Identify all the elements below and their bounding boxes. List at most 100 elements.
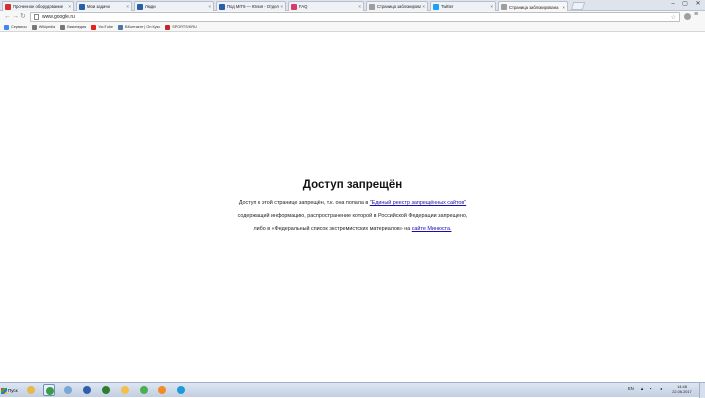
address-text[interactable]: www.google.ru	[42, 14, 671, 20]
bookmark-label: Сервисы	[11, 25, 27, 29]
tab-close-icon[interactable]: ×	[490, 4, 493, 9]
bookmark-favicon-icon	[31, 24, 37, 30]
windows-logo-icon	[1, 387, 7, 394]
tab-favicon-icon	[5, 3, 11, 10]
close-window-button[interactable]: ✕	[692, 0, 704, 9]
tab-close-icon[interactable]: ×	[208, 4, 211, 9]
message-line-1: Доступ к этой странице запрещён, т.к. он…	[0, 200, 705, 206]
app-glyph	[27, 386, 35, 394]
bookmark-item[interactable]: Википедия	[60, 24, 87, 30]
chrome-icon[interactable]	[43, 384, 55, 396]
tab-favicon-icon	[137, 3, 143, 10]
tab-favicon-icon	[219, 3, 225, 10]
app-glyph	[140, 386, 148, 394]
new-tab-button[interactable]	[570, 2, 586, 10]
bookmark-label: Wikipedia	[38, 25, 56, 29]
app-glyph	[83, 386, 91, 394]
tab-title: Страница заблокирована	[509, 4, 559, 10]
firefox-icon[interactable]	[156, 384, 168, 396]
start-label: Пуск	[8, 388, 18, 393]
tab-title: Проченное оборудование	[13, 4, 64, 9]
back-button[interactable]: ←	[4, 12, 11, 22]
bookmark-favicon-icon	[60, 24, 66, 30]
tab-close-icon[interactable]: ×	[422, 4, 425, 9]
tab-1[interactable]: Мои задачи ×	[76, 1, 132, 11]
language-indicator[interactable]: EN	[628, 386, 634, 391]
page-content: Доступ запрещён Доступ к этой странице з…	[0, 32, 705, 382]
tab-6[interactable]: Twitter ×	[430, 1, 496, 11]
tab-title: Страница заблокирована	[377, 4, 422, 9]
show-desktop-button[interactable]	[699, 383, 705, 398]
outlook-icon[interactable]	[81, 384, 93, 396]
tab-favicon-icon	[433, 3, 439, 10]
chrome-alt-icon[interactable]	[138, 384, 150, 396]
bookmarks-bar: Сервисы Wikipedia Википедия YouTube ВКонтакт…	[0, 23, 705, 32]
tab-favicon-icon	[501, 4, 507, 10]
message-line-2: содержащий информацию, распространение к…	[237, 213, 468, 219]
minimize-button[interactable]: –	[668, 0, 678, 9]
menu-icon[interactable]: ≡	[694, 11, 698, 18]
bookmark-star-icon[interactable]: ☆	[671, 14, 676, 21]
tab-favicon-icon	[369, 3, 375, 10]
bookmark-label: YouTube	[98, 25, 114, 29]
tab-0[interactable]: Проченное оборудование ×	[2, 1, 74, 11]
tab-close-icon[interactable]: ×	[562, 5, 565, 10]
bookmark-item[interactable]: YouTube	[91, 24, 114, 30]
bookmark-favicon-icon	[91, 24, 97, 30]
page-title: Доступ запрещён	[302, 179, 403, 191]
tab-favicon-icon	[79, 3, 85, 10]
tab-title: Люди	[145, 4, 156, 9]
bookmark-item[interactable]: Сервисы	[4, 24, 27, 30]
network-icon[interactable]: ▪	[650, 386, 652, 391]
tab-favicon-icon	[291, 3, 297, 10]
tab-close-icon[interactable]: ×	[68, 4, 71, 9]
start-button[interactable]: Пуск	[1, 385, 21, 396]
tab-close-icon[interactable]: ×	[126, 4, 129, 9]
message-text-3: либо в «Федеральный список экстремистски…	[253, 226, 412, 232]
tab-title: FAQ	[299, 4, 308, 9]
address-bar[interactable]: www.google.ru ☆	[30, 12, 680, 22]
app-glyph	[121, 386, 129, 394]
bookmark-label: SPORTS/KRU	[172, 25, 197, 29]
tab-2[interactable]: Люди ×	[134, 1, 214, 11]
clock-date: 22.06.2017	[672, 389, 692, 394]
app-glyph	[46, 387, 54, 395]
excel-icon[interactable]	[100, 384, 112, 396]
maximize-button[interactable]: ▢	[680, 0, 690, 9]
tab-3[interactable]: Под MIT6 — Юлия - Отдел ×	[216, 1, 286, 11]
tab-close-icon[interactable]: ×	[358, 4, 361, 9]
bookmark-favicon-icon	[118, 24, 124, 30]
folder-icon[interactable]	[119, 384, 131, 396]
app-glyph	[102, 386, 110, 394]
page-icon	[34, 14, 39, 20]
skype-icon[interactable]	[175, 384, 187, 396]
explorer-icon[interactable]	[25, 384, 37, 396]
extension-icon[interactable]	[684, 13, 691, 20]
taskbar: Пуск EN ▲ ▪ ◂ 14:48 22.06.2017	[0, 382, 705, 398]
tray-arrow-icon[interactable]: ▲	[640, 386, 644, 391]
reload-button[interactable]: ↻	[20, 12, 26, 22]
message-line-3: либо в «Федеральный список экстремистски…	[0, 226, 705, 232]
bookmark-item[interactable]: Wikipedia	[31, 24, 56, 30]
tab-title: Twitter	[441, 4, 454, 9]
app-glyph	[64, 386, 72, 394]
tab-title: Мои задачи	[87, 4, 110, 9]
ministry-link[interactable]: сайте Минюста.	[412, 226, 452, 232]
app-glyph	[177, 386, 185, 394]
forward-button[interactable]: →	[12, 12, 19, 22]
system-clock[interactable]: 14:48 22.06.2017	[670, 384, 694, 394]
bookmark-favicon-icon	[165, 24, 171, 30]
app-glyph	[158, 386, 166, 394]
volume-icon[interactable]: ◂	[660, 386, 662, 391]
bookmark-favicon-icon	[4, 24, 9, 30]
tab-5[interactable]: Страница заблокирована×	[366, 1, 428, 11]
message-text-1: Доступ к этой странице запрещён, т.к. он…	[238, 200, 370, 206]
bookmark-label: ВКонтакте | Он Кукс	[125, 25, 161, 29]
notepad-icon[interactable]	[62, 384, 74, 396]
tab-4[interactable]: FAQ ×	[288, 1, 364, 11]
bookmark-item[interactable]: ВКонтакте | Он Кукс	[118, 24, 161, 30]
registry-link[interactable]: "Единый реестр запрещённых сайтов"	[370, 200, 466, 206]
tab-close-icon[interactable]: ×	[280, 4, 283, 9]
bookmark-label: Википедия	[67, 25, 87, 29]
bookmark-item[interactable]: SPORTS/KRU	[165, 24, 197, 30]
